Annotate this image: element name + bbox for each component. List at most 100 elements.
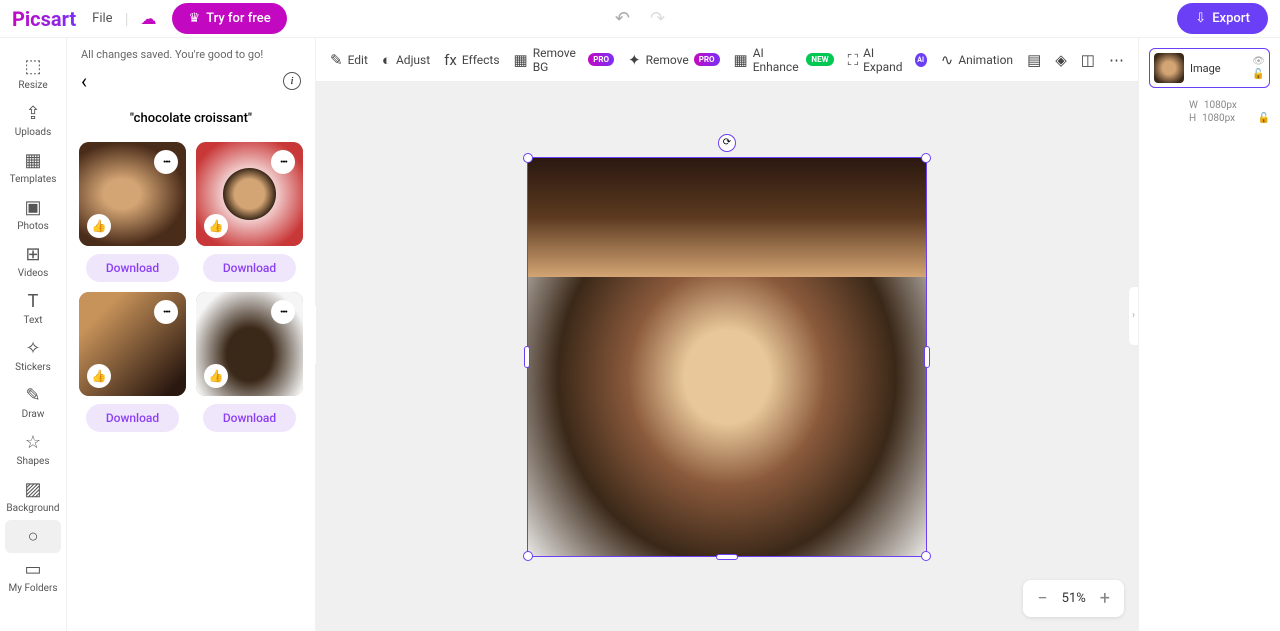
more-icon[interactable]: ···: [271, 150, 295, 174]
save-status: All changes saved. You're good to go!: [81, 48, 263, 61]
result-thumbnail[interactable]: ··· 👍: [196, 142, 303, 246]
background-icon: ▨: [24, 479, 41, 500]
like-icon[interactable]: 👍: [204, 214, 228, 238]
tool-remove-bg[interactable]: ▦Remove BGPRO: [514, 46, 614, 74]
search-query-title: "chocolate croissant": [75, 111, 307, 126]
templates-icon: ▦: [24, 150, 41, 171]
result-thumbnail[interactable]: ··· 👍: [79, 142, 186, 246]
context-toolbar: ✎Edit ◐Adjust fxEffects ▦Remove BGPRO ✦Remov…: [316, 38, 1138, 82]
tool-extra-1[interactable]: ◈: [1055, 51, 1067, 69]
expand-right-panel-button[interactable]: ›: [1128, 286, 1138, 346]
my folders-icon: ▭: [24, 559, 41, 580]
visibility-icon[interactable]: 👁: [1252, 56, 1265, 67]
info-icon[interactable]: i: [283, 72, 301, 90]
stickers-icon: ✧: [25, 338, 40, 359]
layer-item[interactable]: Image 👁 🔓: [1149, 48, 1270, 88]
result-thumbnail[interactable]: ··· 👍: [79, 292, 186, 396]
left-panel: All changes saved. You're good to go! ‹ …: [67, 38, 316, 631]
app-header: Picsart File | ☁ ♛ Try for free ↶ ↷ ⇩ Ex…: [0, 0, 1280, 38]
rail-item-templates[interactable]: ▦Templates: [0, 144, 66, 191]
more-icon[interactable]: ···: [154, 300, 178, 324]
result-card: ··· 👍 Download: [196, 142, 303, 282]
tool-animation[interactable]: ∿Animation: [941, 51, 1013, 69]
rail-item-stickers[interactable]: ✧Stickers: [0, 332, 66, 379]
tool-extra-3[interactable]: ⋯: [1109, 51, 1124, 69]
result-card: ··· 👍 Download: [196, 292, 303, 432]
resize-handle-tl[interactable]: [523, 153, 533, 163]
tool-ai-expand[interactable]: ⛶AI ExpandAI: [848, 46, 927, 74]
download-button[interactable]: Download: [86, 254, 179, 282]
selected-image[interactable]: ⟳: [527, 157, 927, 557]
tool-remove[interactable]: ✦RemovePRO: [628, 51, 720, 69]
rail-item-shapes[interactable]: ☆Shapes: [0, 426, 66, 473]
dimensions: W1080px H1080px🔓: [1149, 100, 1270, 124]
download-button[interactable]: Download: [86, 404, 179, 432]
resize-handle-left[interactable]: [524, 346, 530, 368]
resize-handle-br[interactable]: [921, 551, 931, 561]
more-icon[interactable]: ···: [154, 150, 178, 174]
rail-item-text[interactable]: TText: [0, 285, 66, 332]
tool-extra-0[interactable]: ▤: [1027, 51, 1041, 69]
left-rail: ⬚Resize⇪Uploads▦Templates▣Photos⊞VideosT…: [0, 38, 67, 631]
resize-handle-bottom[interactable]: [716, 554, 738, 560]
result-card: ··· 👍 Download: [79, 292, 186, 432]
uploads-icon: ⇪: [25, 103, 40, 124]
canvas[interactable]: ⟳: [316, 82, 1138, 631]
item-icon: ○: [28, 526, 39, 547]
divider: |: [125, 9, 129, 28]
rail-item-background[interactable]: ▨Background: [0, 473, 66, 520]
tool-adjust[interactable]: ◐Adjust: [382, 51, 430, 69]
result-thumbnail[interactable]: ··· 👍: [196, 292, 303, 396]
download-button[interactable]: Download: [203, 404, 296, 432]
file-menu[interactable]: File: [92, 11, 112, 26]
zoom-control: − 51% +: [1023, 580, 1124, 617]
layer-thumbnail: [1154, 53, 1184, 83]
tool-effects[interactable]: fxEffects: [444, 51, 499, 69]
rotate-handle[interactable]: ⟳: [718, 134, 736, 152]
image-content: [528, 158, 926, 556]
main-area: ⬚Resize⇪Uploads▦Templates▣Photos⊞VideosT…: [0, 38, 1280, 631]
rail-item-uploads[interactable]: ⇪Uploads: [0, 97, 66, 144]
rail-item-current[interactable]: ○: [5, 520, 61, 553]
zoom-out-button[interactable]: −: [1037, 588, 1047, 609]
rail-item-resize[interactable]: ⬚Resize: [0, 50, 66, 97]
like-icon[interactable]: 👍: [87, 214, 111, 238]
tool-extra-2[interactable]: ◫: [1081, 51, 1095, 69]
lock-aspect-icon[interactable]: 🔓: [1258, 113, 1270, 124]
try-free-button[interactable]: ♛ Try for free: [172, 3, 286, 34]
layer-label: Image: [1190, 62, 1221, 75]
crown-icon: ♛: [188, 11, 200, 26]
result-card: ··· 👍 Download: [79, 142, 186, 282]
tool-edit[interactable]: ✎Edit: [330, 51, 368, 69]
rail-item-videos[interactable]: ⊞Videos: [0, 238, 66, 285]
zoom-value: 51%: [1062, 591, 1086, 606]
rail-item-my-folders[interactable]: ▭My Folders: [0, 553, 66, 600]
back-button[interactable]: ‹: [81, 69, 87, 93]
tool-ai-enhance[interactable]: ▦AI EnhanceNEW: [734, 46, 834, 74]
lock-icon[interactable]: 🔓: [1252, 69, 1265, 80]
rail-item-draw[interactable]: ✎Draw: [0, 379, 66, 426]
resize-icon: ⬚: [24, 56, 41, 77]
undo-redo-group: ↶ ↷: [615, 8, 665, 29]
logo[interactable]: Picsart: [12, 7, 76, 31]
cloud-sync-icon[interactable]: ☁: [140, 9, 156, 28]
like-icon[interactable]: 👍: [204, 364, 228, 388]
photos-icon: ▣: [24, 197, 41, 218]
export-button[interactable]: ⇩ Export: [1177, 3, 1268, 34]
text-icon: T: [28, 291, 39, 312]
canvas-area: ✎Edit ◐Adjust fxEffects ▦Remove BGPRO ✦Remov…: [316, 38, 1138, 631]
download-icon: ⇩: [1195, 11, 1206, 26]
download-button[interactable]: Download: [203, 254, 296, 282]
draw-icon: ✎: [25, 385, 40, 406]
undo-button[interactable]: ↶: [615, 8, 630, 29]
resize-handle-right[interactable]: [924, 346, 930, 368]
rail-item-photos[interactable]: ▣Photos: [0, 191, 66, 238]
resize-handle-tr[interactable]: [921, 153, 931, 163]
redo-button[interactable]: ↷: [650, 8, 665, 29]
resize-handle-bl[interactable]: [523, 551, 533, 561]
more-icon[interactable]: ···: [271, 300, 295, 324]
layers-panel: Image 👁 🔓 W1080px H1080px🔓: [1138, 38, 1280, 631]
like-icon[interactable]: 👍: [87, 364, 111, 388]
zoom-in-button[interactable]: +: [1100, 588, 1110, 609]
shapes-icon: ☆: [25, 432, 41, 453]
